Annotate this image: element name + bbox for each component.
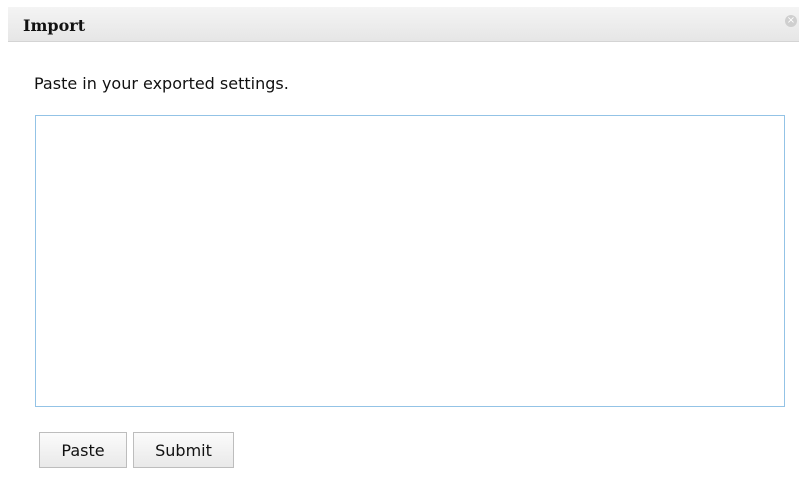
instructions-text: Paste in your exported settings. [34,74,289,93]
dialog-titlebar: Import × [8,7,799,42]
dialog-title: Import [23,16,86,35]
import-dialog: Import × Paste in your exported settings… [0,0,799,493]
settings-textarea[interactable] [35,115,785,407]
close-icon[interactable]: × [785,15,797,27]
paste-button[interactable]: Paste [39,432,127,468]
submit-button[interactable]: Submit [133,432,234,468]
